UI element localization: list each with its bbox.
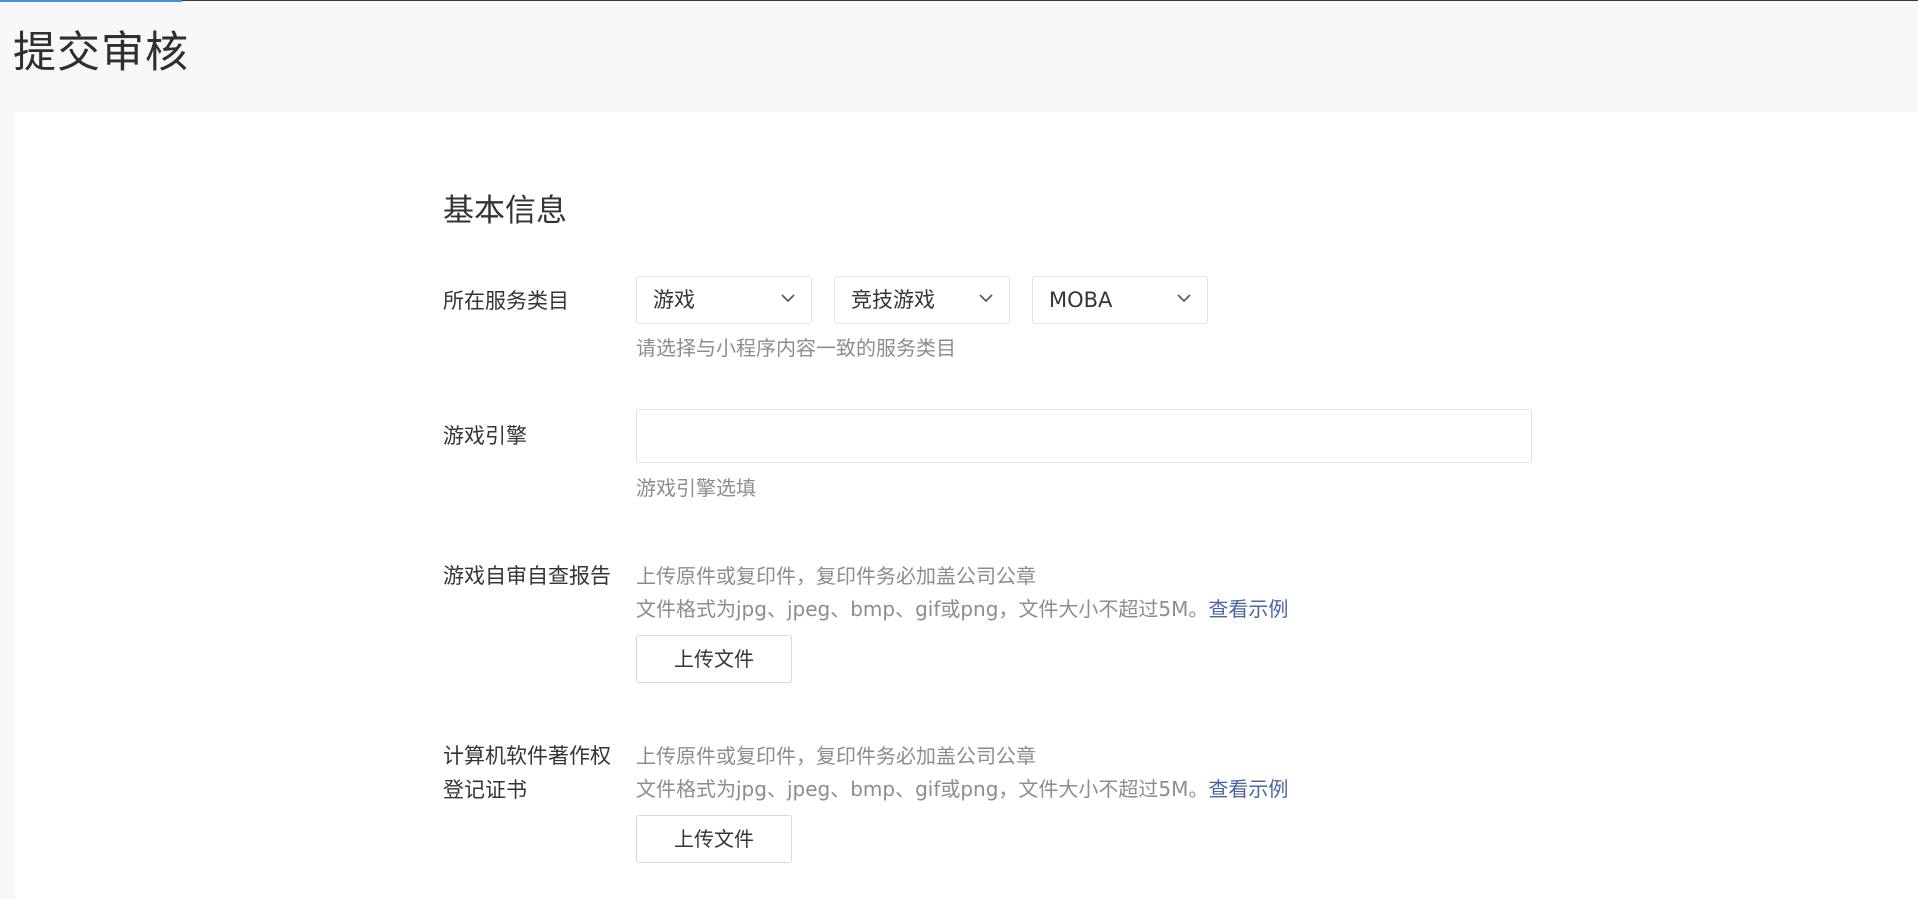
game-engine-input[interactable] xyxy=(636,409,1532,463)
top-border xyxy=(0,0,1918,1)
software-copyright-label-line2: 登记证书 xyxy=(443,778,527,802)
service-category-label: 所在服务类目 xyxy=(443,289,569,313)
self-check-report-example-link[interactable]: 查看示例 xyxy=(1208,597,1288,621)
software-copyright-hint-1: 上传原件或复印件，复印件务必加盖公司公章 xyxy=(636,744,1036,768)
software-copyright-label-line1: 计算机软件著作权 xyxy=(443,744,611,768)
category-select-primary[interactable]: 游戏 xyxy=(636,276,812,324)
service-category-hint: 请选择与小程序内容一致的服务类目 xyxy=(636,336,956,360)
self-check-report-hint-1: 上传原件或复印件，复印件务必加盖公司公章 xyxy=(636,564,1036,588)
self-check-report-label: 游戏自审自查报告 xyxy=(443,564,611,588)
game-engine-label: 游戏引擎 xyxy=(443,424,527,448)
category-select-secondary-value: 竞技游戏 xyxy=(851,288,935,312)
chevron-down-icon xyxy=(979,294,993,303)
category-select-tertiary-value: MOBA xyxy=(1049,288,1113,312)
software-copyright-format-text: 文件格式为jpg、jpeg、bmp、gif或png，文件大小不超过5M。 xyxy=(636,777,1209,801)
game-engine-hint: 游戏引擎选填 xyxy=(636,476,756,500)
category-select-secondary[interactable]: 竞技游戏 xyxy=(834,276,1010,324)
page-title: 提交审核 xyxy=(13,28,189,78)
software-copyright-example-link[interactable]: 查看示例 xyxy=(1208,777,1288,801)
self-check-report-format-text: 文件格式为jpg、jpeg、bmp、gif或png，文件大小不超过5M。 xyxy=(636,597,1209,621)
self-check-report-hint-2: 文件格式为jpg、jpeg、bmp、gif或png，文件大小不超过5M。查看示例 xyxy=(636,595,1288,623)
section-title: 基本信息 xyxy=(443,193,567,229)
category-select-tertiary[interactable]: MOBA xyxy=(1032,276,1208,324)
software-copyright-upload-button[interactable]: 上传文件 xyxy=(636,815,792,863)
chevron-down-icon xyxy=(1177,294,1191,303)
software-copyright-hint-2: 文件格式为jpg、jpeg、bmp、gif或png，文件大小不超过5M。查看示例 xyxy=(636,775,1288,803)
category-select-primary-value: 游戏 xyxy=(653,288,695,312)
chevron-down-icon xyxy=(781,294,795,303)
top-accent-bar xyxy=(0,0,182,2)
self-check-report-upload-button[interactable]: 上传文件 xyxy=(636,635,792,683)
